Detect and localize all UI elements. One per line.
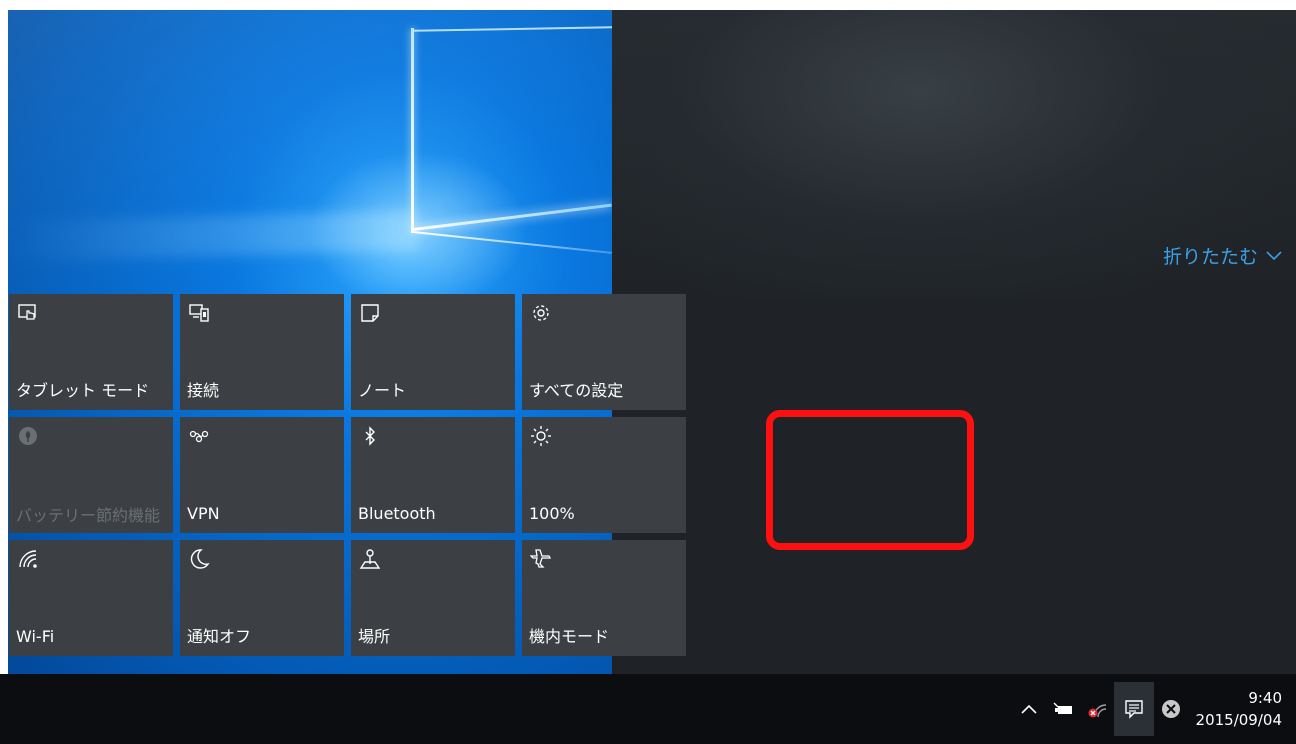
system-tray: 9:40 2015/09/04 <box>1012 674 1282 744</box>
tablet-mode-icon <box>17 302 39 324</box>
tile-note[interactable]: ノート <box>351 294 515 410</box>
network-error-icon[interactable] <box>1080 692 1114 726</box>
action-center-panel: 折りたたむ <box>612 10 1296 674</box>
collapse-label: 折りたたむ <box>1162 246 1258 268</box>
tile-bluetooth[interactable]: Bluetooth <box>351 417 515 533</box>
tile-all-settings[interactable]: すべての設定 <box>522 294 686 410</box>
note-icon <box>359 302 381 324</box>
quick-actions-grid: タブレット モード 接続 ノート すべての設定 バッテリー節約機能 VPN Bl… <box>9 294 686 656</box>
action-center-icon[interactable] <box>1113 682 1154 736</box>
gear-icon <box>530 302 552 324</box>
close-circle-icon[interactable] <box>1154 692 1188 726</box>
tile-battery-saver[interactable]: バッテリー節約機能 <box>9 417 173 533</box>
connect-icon <box>188 302 210 324</box>
chevron-down-icon <box>1266 250 1282 260</box>
tile-airplane-mode[interactable]: 機内モード <box>522 540 686 656</box>
airplane-icon <box>530 548 552 570</box>
vpn-icon <box>188 425 210 447</box>
wifi-icon <box>17 548 39 570</box>
tile-connect[interactable]: 接続 <box>180 294 344 410</box>
brightness-icon <box>530 425 552 447</box>
bluetooth-icon <box>359 425 381 447</box>
battery-saver-icon <box>17 425 39 447</box>
tile-wifi[interactable]: Wi-Fi <box>9 540 173 656</box>
tile-brightness[interactable]: 100% <box>522 417 686 533</box>
clock-date: 2015/09/04 <box>1195 711 1282 729</box>
clock[interactable]: 9:40 2015/09/04 <box>1196 687 1282 731</box>
location-icon <box>359 548 381 570</box>
chevron-up-icon[interactable] <box>1012 692 1046 726</box>
tile-tablet-mode[interactable]: タブレット モード <box>9 294 173 410</box>
tile-vpn[interactable]: VPN <box>180 417 344 533</box>
taskbar: 9:40 2015/09/04 <box>0 674 1296 744</box>
clock-time: 9:40 <box>1248 689 1282 707</box>
tile-quiet-hours[interactable]: 通知オフ <box>180 540 344 656</box>
tile-location[interactable]: 場所 <box>351 540 515 656</box>
collapse-button[interactable]: 折りたたむ <box>1163 242 1282 269</box>
power-plug-icon[interactable] <box>1046 692 1080 726</box>
quiet-hours-icon <box>188 548 210 570</box>
